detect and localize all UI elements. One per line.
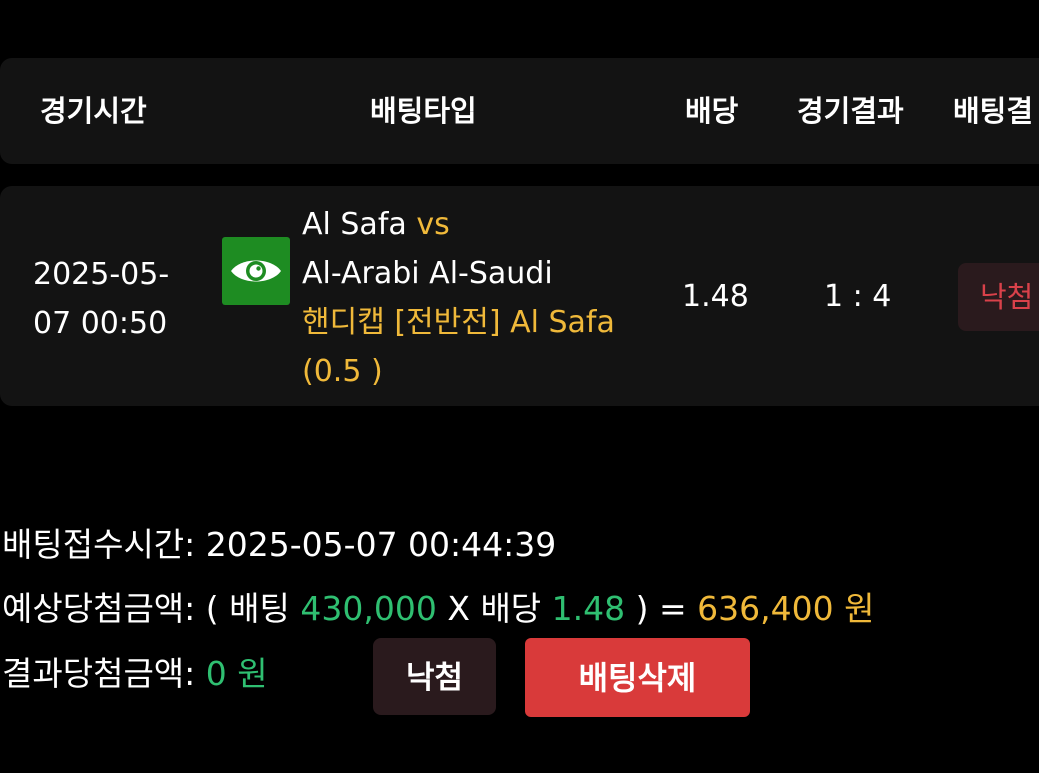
- row-odds: 1.48: [682, 279, 749, 314]
- bet-detail-page: 경기시간 배팅타입 배당 경기결과 배팅결 2025-05- 07 00:50 …: [0, 0, 1039, 773]
- expected-payout-line: 예상당첨금액: ( 배팅 430,000 X 배당 1.48 ) = 636,4…: [2, 585, 875, 633]
- home-team: Al Safa: [302, 207, 407, 242]
- lose-status-button[interactable]: 낙첨: [373, 638, 496, 715]
- expected-payout-amount: 636,400: [697, 589, 834, 628]
- result-payout-label: 결과당첨금액:: [2, 654, 196, 693]
- vs-label: vs: [416, 207, 450, 242]
- delete-bet-button[interactable]: 배팅삭제: [525, 638, 750, 717]
- result-payout-line: 결과당첨금액: 0 원: [2, 650, 268, 698]
- bet-line-text: (0.5 ): [302, 354, 383, 389]
- expected-open: ( 배팅: [205, 589, 290, 628]
- expected-x-odds: X 배당: [447, 589, 542, 628]
- game-time-date: 2025-05-: [33, 257, 170, 292]
- header-game-result: 경기결과: [797, 94, 904, 128]
- received-time-label: 배팅접수시간:: [2, 525, 196, 564]
- expected-close: ) =: [635, 589, 687, 628]
- expected-payout-unit: 원: [844, 589, 875, 628]
- header-bet-type: 배팅타입: [370, 94, 477, 128]
- row-score: 1 : 4: [824, 279, 892, 314]
- received-time-line: 배팅접수시간: 2025-05-07 00:44:39: [2, 521, 556, 569]
- bet-type-info: Al Safa vs Al-Arabi Al-Saudi 핸디캡 [전반전] A…: [302, 200, 642, 396]
- header-odds: 배당: [685, 94, 739, 128]
- expected-payout-label: 예상당첨금액:: [2, 589, 196, 628]
- bet-type-text: 핸디캡 [전반전] Al Safa: [302, 305, 615, 340]
- away-team: Al-Arabi Al-Saudi: [302, 256, 553, 291]
- game-time-clock: 07 00:50: [33, 306, 168, 341]
- game-time: 2025-05- 07 00:50: [33, 250, 169, 348]
- view-details-button[interactable]: [222, 237, 290, 305]
- header-game-time: 경기시간: [40, 94, 147, 128]
- bet-result-badge: 낙첨: [958, 263, 1039, 331]
- received-time-value: 2025-05-07 00:44:39: [205, 525, 557, 564]
- header-bet-result: 배팅결: [953, 94, 1034, 128]
- result-payout-value: 0 원: [205, 654, 268, 693]
- expected-odds: 1.48: [551, 589, 626, 628]
- expected-stake: 430,000: [300, 589, 437, 628]
- eye-icon: [231, 260, 281, 282]
- table-header: 경기시간 배팅타입 배당 경기결과 배팅결: [0, 58, 1039, 164]
